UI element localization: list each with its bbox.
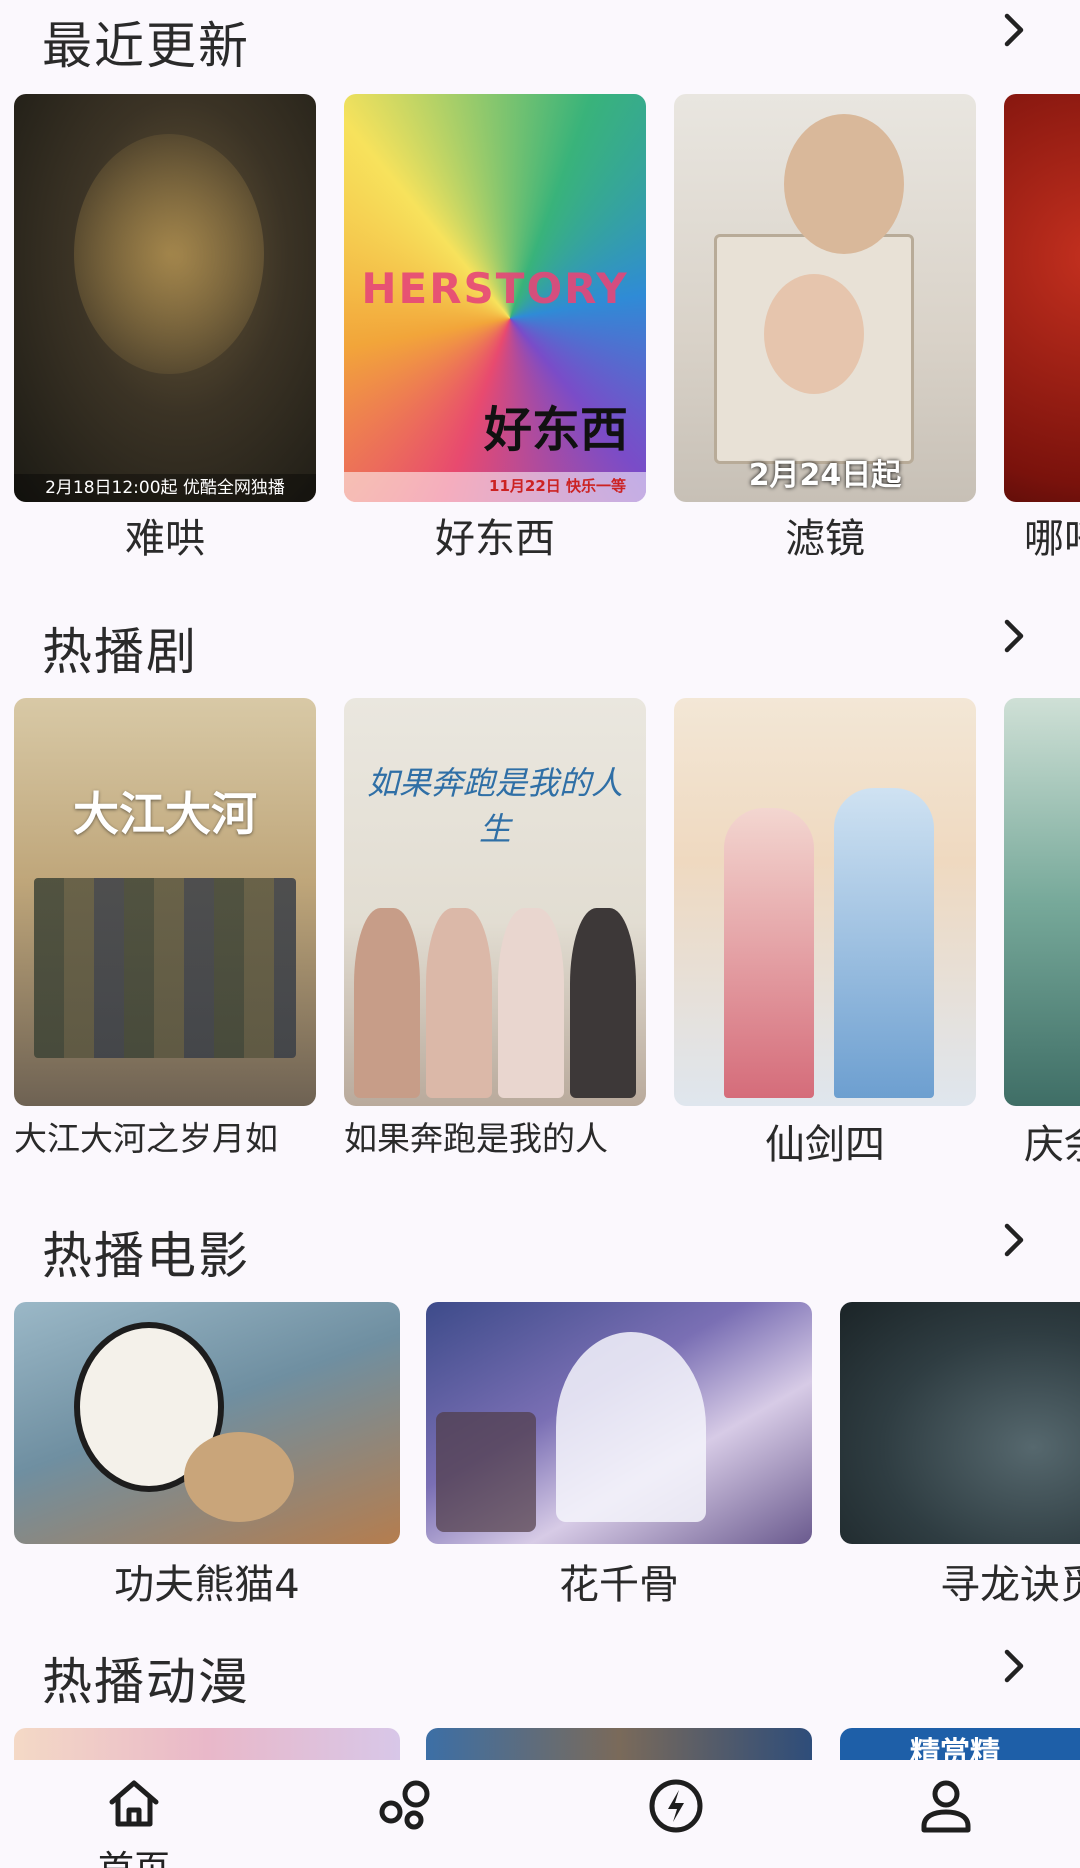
card-title: 滤镜 [785, 516, 865, 562]
poster: 如果奔跑是我的人生 [344, 698, 646, 1106]
bubbles-icon [379, 1780, 430, 1830]
card-title: 庆余 [1024, 1122, 1080, 1168]
media-card[interactable]: 哪吒 [1004, 94, 1080, 564]
poster: 2月24日起 [674, 94, 976, 502]
poster: 大江大河 [14, 698, 316, 1106]
section-header-hot-drama[interactable]: 热播剧 [0, 606, 1080, 686]
section-title: 最近更新 [42, 17, 250, 75]
poster: 精赏精 [840, 1728, 1080, 1760]
poster [1004, 698, 1080, 1106]
recent-row[interactable]: 2月18日12:00起 优酷全网独播 难哄 HERSTORY 好东西 11月22… [14, 94, 1080, 564]
chevron-right-icon[interactable] [994, 1220, 1034, 1260]
media-card[interactable]: HERSTORY 好东西 11月22日 快乐一等 好东西 [344, 94, 646, 564]
home-page: 最近更新 2月18日12:00起 优酷全网独播 难哄 HERSTORY 好东西 … [0, 0, 1080, 1868]
card-title: 仙剑四 [765, 1122, 885, 1168]
bottom-navigation: 首页 [0, 1760, 1080, 1868]
chevron-right-icon[interactable] [994, 616, 1034, 656]
media-card[interactable]: 寻龙诀觅 [840, 1302, 1080, 1602]
media-card[interactable]: 2月24日起 滤镜 [674, 94, 976, 564]
nav-discover[interactable] [346, 1760, 466, 1868]
poster [674, 698, 976, 1106]
hot-anime-row[interactable]: 精赏精 [14, 1728, 1080, 1760]
section-header-recent[interactable]: 最近更新 [0, 0, 1080, 80]
section-header-hot-anime[interactable]: 热播动漫 [0, 1636, 1080, 1716]
poster-caption: 精赏精 [910, 1736, 1000, 1760]
media-card[interactable] [14, 1728, 400, 1760]
chevron-right-icon[interactable] [994, 1646, 1034, 1686]
card-title: 寻龙诀觅 [940, 1562, 1080, 1602]
nav-profile[interactable] [886, 1760, 1006, 1868]
card-title: 好东西 [435, 516, 555, 562]
section-title: 热播动漫 [42, 1653, 250, 1711]
media-card[interactable] [426, 1728, 812, 1760]
section-title: 热播剧 [42, 623, 198, 681]
card-title: 如果奔跑是我的人 [344, 1119, 608, 1158]
poster [426, 1728, 812, 1760]
card-title: 哪吒 [1024, 516, 1080, 562]
lightning-icon [649, 1779, 703, 1833]
card-title: 大江大河之岁月如 [14, 1119, 278, 1158]
card-title: 花千骨 [559, 1562, 679, 1602]
poster-caption: 大江大河 [73, 787, 257, 841]
media-card[interactable]: 庆余 [1004, 698, 1080, 1168]
poster-caption: 如果奔跑是我的人生 [366, 764, 623, 848]
poster [1004, 94, 1080, 502]
poster: 2月18日12:00起 优酷全网独播 [14, 94, 316, 502]
hot-movie-row[interactable]: 功夫熊猫4 花千骨 寻龙诀觅 [14, 1302, 1080, 1602]
media-card[interactable]: 仙剑四 [674, 698, 976, 1168]
home-icon [109, 1780, 159, 1827]
poster [840, 1302, 1080, 1544]
section-header-hot-movie[interactable]: 热播电影 [0, 1210, 1080, 1290]
chevron-right-icon[interactable] [994, 10, 1034, 50]
media-card[interactable]: 功夫熊猫4 [14, 1302, 400, 1602]
poster-caption: 11月22日 快乐一等 [489, 477, 626, 495]
poster [14, 1728, 400, 1760]
media-card[interactable]: 大江大河 大江大河之岁月如 [14, 698, 316, 1168]
nav-home[interactable]: 首页 [74, 1760, 194, 1868]
section-title: 热播电影 [42, 1227, 250, 1285]
hot-drama-row[interactable]: 大江大河 大江大河之岁月如 如果奔跑是我的人生 如果奔跑是我的人 仙剑四 庆 [14, 698, 1080, 1168]
poster: HERSTORY 好东西 11月22日 快乐一等 [344, 94, 646, 502]
card-title: 难哄 [125, 516, 205, 562]
media-card[interactable]: 如果奔跑是我的人生 如果奔跑是我的人 [344, 698, 646, 1168]
nav-hot[interactable] [616, 1760, 736, 1868]
poster-caption: 2月18日12:00起 优酷全网独播 [45, 478, 285, 498]
poster-caption: 2月24日起 [748, 458, 902, 493]
card-title: 功夫熊猫4 [114, 1562, 300, 1602]
media-card[interactable]: 花千骨 [426, 1302, 812, 1602]
poster [14, 1302, 400, 1544]
profile-icon [921, 1780, 971, 1833]
nav-label: 首页 [74, 1840, 194, 1868]
media-card[interactable]: 精赏精 [840, 1728, 1080, 1760]
poster [426, 1302, 812, 1544]
media-card[interactable]: 2月18日12:00起 优酷全网独播 难哄 [14, 94, 316, 564]
